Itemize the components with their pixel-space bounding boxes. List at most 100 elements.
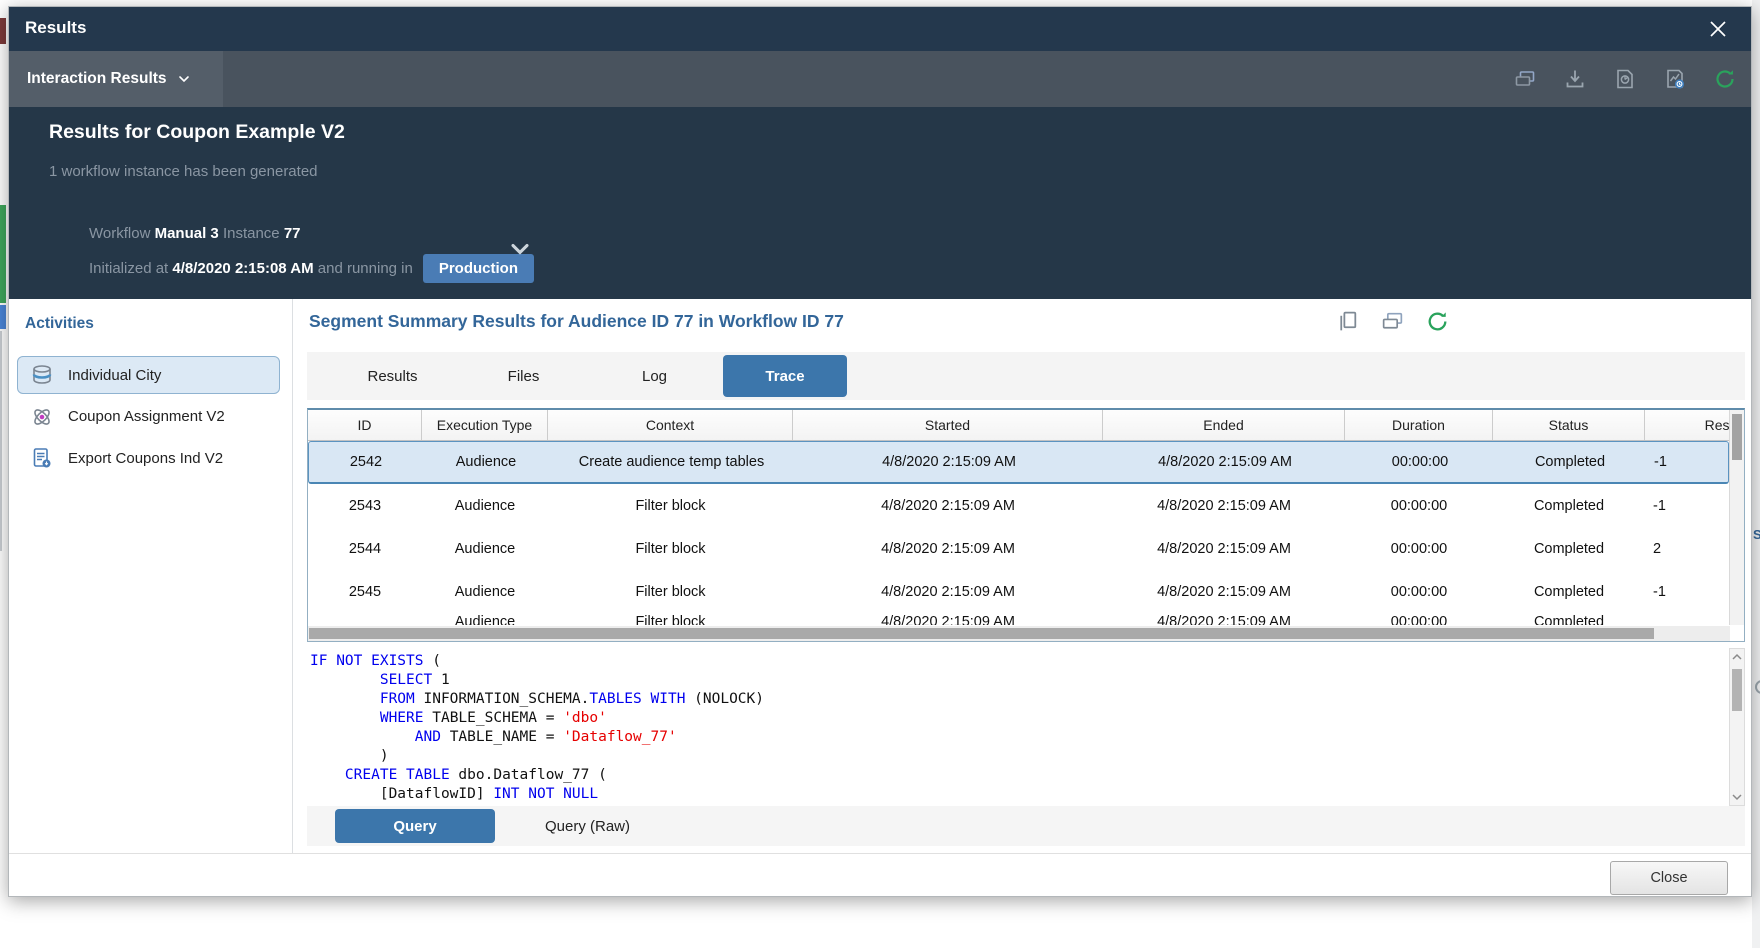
page-edge-right: S	[1752, 0, 1760, 948]
cell-context: Filter block	[548, 527, 793, 570]
trace-table-horizontal-scrollbar[interactable]	[308, 626, 1730, 641]
trace-row[interactable]: 2544AudienceFilter block4/8/2020 2:15:09…	[308, 527, 1729, 570]
cell-execution_type: Audience	[422, 613, 548, 625]
scrollbar-thumb[interactable]	[1732, 669, 1742, 711]
initialized-timestamp: 4/8/2020 2:15:08 AM	[172, 260, 313, 277]
scheduled-report-icon[interactable]	[1663, 67, 1687, 91]
scroll-up-icon[interactable]	[1730, 649, 1744, 665]
footer-divider	[9, 853, 1751, 854]
activity-item-export-coupons-ind-v2[interactable]: Export Coupons Ind V2	[17, 439, 280, 477]
sidebar-divider	[292, 299, 293, 853]
tab-log[interactable]: Log	[589, 352, 720, 400]
edge-mark	[0, 331, 2, 551]
cell-duration: 00:00:00	[1345, 484, 1493, 527]
close-icon[interactable]	[1707, 18, 1729, 40]
trace-table-header: IDExecution TypeContextStartedEndedDurat…	[308, 410, 1729, 441]
cell-result: 2	[1645, 527, 1729, 570]
activity-item-coupon-assignment-v2[interactable]: Coupon Assignment V2	[17, 398, 280, 436]
cards-icon[interactable]	[1513, 67, 1537, 91]
trace-row[interactable]: AudienceFilter block4/8/2020 2:15:09 AM4…	[308, 613, 1729, 625]
edge-mark	[0, 18, 6, 44]
instances-generated-text: 1 workflow instance has been generated	[49, 163, 318, 180]
column-header-context[interactable]: Context	[548, 410, 793, 440]
cell-result: -1	[1645, 484, 1729, 527]
cell-id: 2543	[308, 484, 422, 527]
query-tab-query-raw-[interactable]: Query (Raw)	[517, 809, 658, 843]
sql-vertical-scrollbar[interactable]	[1729, 648, 1745, 806]
running-in-label: and running in	[318, 260, 413, 277]
scroll-down-icon[interactable]	[1730, 789, 1744, 805]
panel-icons	[1335, 309, 1450, 334]
trace-row[interactable]: 2545AudienceFilter block4/8/2020 2:15:09…	[308, 570, 1729, 613]
sql-line: FROM INFORMATION_SCHEMA.TABLES WITH (NOL…	[310, 690, 1725, 709]
sql-line: WHERE TABLE_SCHEMA = 'dbo'	[310, 709, 1725, 728]
activity-label: Coupon Assignment V2	[68, 408, 225, 425]
cell-ended: 4/8/2020 2:15:09 AM	[1103, 484, 1345, 527]
close-button[interactable]: Close	[1610, 861, 1728, 895]
cell-started: 4/8/2020 2:15:09 AM	[793, 527, 1103, 570]
instance-label: Instance	[223, 225, 280, 242]
results-toolbar: Interaction Results	[9, 51, 1751, 107]
expand-details-chevron-icon[interactable]	[506, 235, 534, 263]
query-tab-query[interactable]: Query	[335, 809, 495, 843]
segment-summary-title: Segment Summary Results for Audience ID …	[309, 311, 844, 332]
trace-row[interactable]: 2543AudienceFilter block4/8/2020 2:15:09…	[308, 484, 1729, 527]
sql-line: AND TABLE_NAME = 'Dataflow_77'	[310, 728, 1725, 747]
initialized-line: Initialized at 4/8/2020 2:15:08 AM and r…	[89, 254, 534, 283]
tab-trace[interactable]: Trace	[723, 355, 847, 397]
cell-id	[308, 613, 422, 625]
download-icon[interactable]	[1563, 67, 1587, 91]
column-header-status[interactable]: Status	[1493, 410, 1645, 440]
trace-table-vertical-scrollbar[interactable]	[1729, 410, 1744, 625]
cards-icon[interactable]	[1380, 309, 1405, 334]
column-header-result[interactable]: Result	[1645, 410, 1729, 440]
activities-header: Activities	[25, 315, 94, 333]
column-header-duration[interactable]: Duration	[1345, 410, 1493, 440]
cell-status: Completed	[1493, 484, 1645, 527]
sql-line: CREATE TABLE dbo.Dataflow_77 (	[310, 766, 1725, 785]
cell-started: 4/8/2020 2:15:09 AM	[793, 613, 1103, 625]
cell-id: 2544	[308, 527, 422, 570]
cell-started: 4/8/2020 2:15:09 AM	[793, 570, 1103, 613]
cell-result: -1	[1646, 442, 1729, 482]
cell-execution_type: Audience	[422, 570, 548, 613]
trace-row[interactable]: 2542AudienceCreate audience temp tables4…	[308, 441, 1729, 484]
cell-result	[1645, 613, 1729, 625]
query-sql-panel: IF NOT EXISTS ( SELECT 1 FROM INFORMATIO…	[307, 648, 1745, 806]
cell-status: Completed	[1494, 442, 1646, 482]
cell-ended: 4/8/2020 2:15:09 AM	[1103, 570, 1345, 613]
edge-mark	[0, 205, 6, 303]
copy-icon[interactable]	[1335, 309, 1360, 334]
chevron-down-icon	[176, 71, 192, 87]
assignment-icon	[30, 405, 54, 429]
cell-context: Create audience temp tables	[549, 442, 794, 482]
cell-duration: 00:00:00	[1345, 613, 1493, 625]
scrollbar-thumb[interactable]	[1732, 414, 1742, 460]
cell-status: Completed	[1493, 527, 1645, 570]
tab-results[interactable]: Results	[327, 352, 458, 400]
column-header-execution-type[interactable]: Execution Type	[422, 410, 548, 440]
edge-mark	[0, 305, 6, 329]
scrollbar-thumb[interactable]	[309, 628, 1654, 639]
results-type-dropdown[interactable]: Interaction Results	[9, 51, 223, 107]
column-header-started[interactable]: Started	[793, 410, 1103, 440]
clipped-background-text: S	[1753, 527, 1760, 542]
clipped-background-icon	[1755, 680, 1760, 694]
column-header-id[interactable]: ID	[308, 410, 422, 440]
tab-files[interactable]: Files	[458, 352, 589, 400]
cell-status: Completed	[1493, 613, 1645, 625]
refresh-icon[interactable]	[1713, 67, 1737, 91]
sql-line: )	[310, 747, 1725, 766]
workflow-instance-line: Workflow Manual 3 Instance 77	[89, 225, 301, 242]
refresh-icon[interactable]	[1425, 309, 1450, 334]
cell-id: 2545	[308, 570, 422, 613]
column-header-ended[interactable]: Ended	[1103, 410, 1345, 440]
sql-code: IF NOT EXISTS ( SELECT 1 FROM INFORMATIO…	[310, 652, 1725, 806]
cell-ended: 4/8/2020 2:15:09 AM	[1103, 527, 1345, 570]
activity-item-individual-city[interactable]: Individual City	[17, 356, 280, 394]
report-icon[interactable]	[1613, 67, 1637, 91]
cell-execution_type: Audience	[423, 442, 549, 482]
results-heading: Results for Coupon Example V2	[49, 121, 345, 144]
cell-context: Filter block	[548, 570, 793, 613]
cell-id: 2542	[309, 442, 423, 482]
